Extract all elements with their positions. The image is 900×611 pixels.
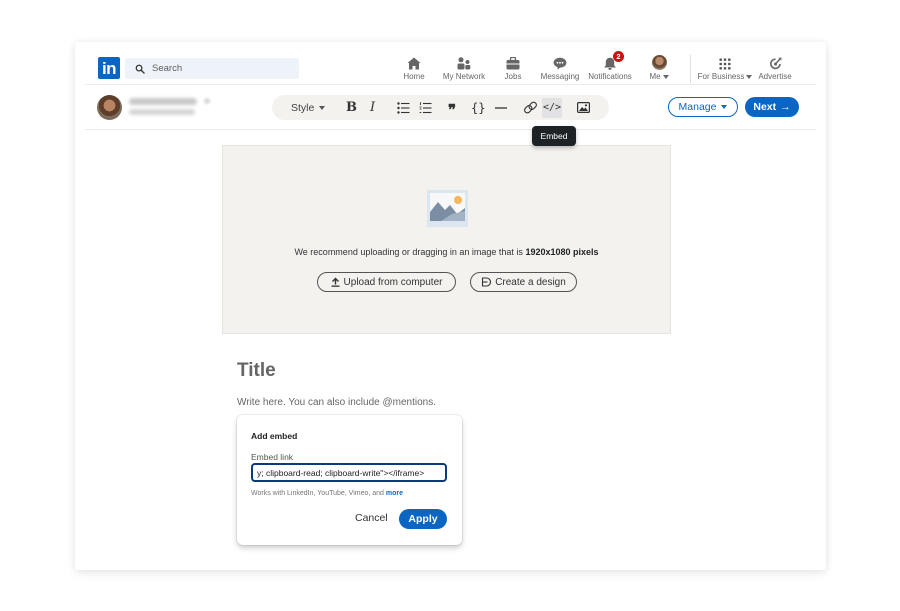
nav-item-my-network[interactable]: My Network bbox=[435, 54, 493, 84]
nav-label: Me bbox=[649, 72, 661, 81]
author-name-blurred[interactable] bbox=[129, 98, 197, 105]
nav-divider bbox=[690, 55, 691, 83]
nav-label: Notifications bbox=[588, 72, 632, 81]
formatting-toolbar: Style B I ❞ {} </> bbox=[272, 95, 609, 120]
messaging-icon bbox=[553, 57, 567, 70]
image-icon bbox=[577, 102, 590, 113]
nav-item-for-business[interactable]: For Business bbox=[696, 54, 754, 84]
chevron-down-icon bbox=[319, 105, 326, 110]
network-icon bbox=[457, 57, 471, 70]
author-subtitle-blurred bbox=[129, 109, 195, 115]
nav-label: For Business bbox=[697, 72, 745, 81]
nav-label: Advertise bbox=[758, 72, 792, 81]
upload-from-computer-button[interactable]: Upload from computer bbox=[317, 272, 456, 292]
bulleted-list-icon bbox=[397, 101, 410, 114]
nav-items: Home My Network Jobs Messaging 2 Notific… bbox=[393, 51, 685, 84]
image-button[interactable] bbox=[577, 95, 590, 120]
home-icon bbox=[407, 57, 421, 70]
nav-label: Home bbox=[403, 72, 425, 81]
next-button[interactable]: Next → bbox=[745, 97, 799, 117]
nav-label: Jobs bbox=[504, 72, 522, 81]
cover-recommendation: We recommend uploading or dragging in an… bbox=[294, 247, 599, 257]
search-input[interactable]: Search bbox=[125, 58, 299, 79]
italic-button[interactable]: I bbox=[370, 95, 375, 120]
author-avatar[interactable] bbox=[97, 95, 122, 120]
embed-link-input[interactable] bbox=[251, 463, 447, 482]
nav-item-me[interactable]: Me bbox=[633, 54, 685, 84]
numbered-list-icon bbox=[419, 101, 432, 113]
numbered-list-button[interactable] bbox=[419, 95, 432, 120]
search-placeholder: Search bbox=[152, 63, 183, 74]
link-button[interactable] bbox=[524, 95, 537, 120]
bulleted-list-button[interactable] bbox=[397, 95, 410, 120]
cover-image-dropzone[interactable]: We recommend uploading or dragging in an… bbox=[222, 145, 671, 334]
nav-item-messaging[interactable]: Messaging bbox=[533, 54, 587, 84]
article-title-input[interactable]: Title bbox=[237, 360, 276, 382]
cancel-button[interactable]: Cancel bbox=[355, 512, 388, 524]
apply-button[interactable]: Apply bbox=[399, 509, 447, 529]
chevron-down-icon bbox=[662, 74, 669, 79]
nav-item-notifications[interactable]: 2 Notifications bbox=[587, 51, 633, 84]
nav-item-jobs[interactable]: Jobs bbox=[493, 54, 533, 84]
popup-title: Add embed bbox=[251, 431, 298, 441]
chevron-down-icon bbox=[746, 74, 753, 79]
manage-button[interactable]: Manage bbox=[668, 97, 738, 117]
grid-icon bbox=[719, 58, 731, 70]
nav-label: Messaging bbox=[540, 72, 580, 81]
more-link[interactable]: more bbox=[386, 490, 403, 497]
article-body-input[interactable]: Write here. You can also include @mentio… bbox=[237, 397, 436, 408]
editor-bar: Style B I ❞ {} </> Manage Next → bbox=[85, 86, 816, 130]
divider-button[interactable] bbox=[495, 95, 507, 120]
design-icon bbox=[482, 277, 492, 287]
embed-link-label: Embed link bbox=[251, 452, 294, 462]
nav-items-business: For Business Advertise bbox=[696, 54, 796, 84]
bold-button[interactable]: B bbox=[346, 95, 357, 120]
search-icon bbox=[135, 64, 145, 74]
author-switch-icon[interactable] bbox=[204, 98, 210, 104]
image-placeholder-icon bbox=[427, 190, 468, 227]
link-icon bbox=[524, 101, 537, 114]
quote-button[interactable]: ❞ bbox=[448, 95, 456, 120]
style-dropdown[interactable]: Style bbox=[291, 95, 326, 120]
horizontal-rule-icon bbox=[495, 106, 507, 109]
advertise-icon bbox=[769, 57, 781, 70]
notification-badge: 2 bbox=[613, 51, 624, 62]
add-embed-popup: Add embed Embed link Works with LinkedIn… bbox=[237, 415, 462, 545]
nav-item-advertise[interactable]: Advertise bbox=[754, 54, 796, 84]
global-nav: in Search Home My Network Jobs Messaging bbox=[85, 51, 816, 85]
code-block-button[interactable]: {} bbox=[471, 95, 485, 120]
arrow-right-icon: → bbox=[780, 101, 791, 113]
briefcase-icon bbox=[506, 57, 520, 70]
chevron-down-icon bbox=[721, 105, 728, 109]
create-design-button[interactable]: Create a design bbox=[470, 272, 577, 292]
nav-item-home[interactable]: Home bbox=[393, 54, 435, 84]
upload-icon bbox=[331, 277, 340, 287]
embed-button[interactable]: </> bbox=[542, 97, 562, 118]
avatar bbox=[651, 55, 667, 70]
linkedin-logo[interactable]: in bbox=[98, 57, 120, 79]
embed-tooltip: Embed bbox=[532, 126, 576, 146]
embed-hint: Works with LinkedIn, YouTube, Vimeo, and… bbox=[251, 490, 404, 497]
editor-window: in Search Home My Network Jobs Messaging bbox=[75, 42, 826, 570]
nav-label: My Network bbox=[442, 72, 486, 81]
